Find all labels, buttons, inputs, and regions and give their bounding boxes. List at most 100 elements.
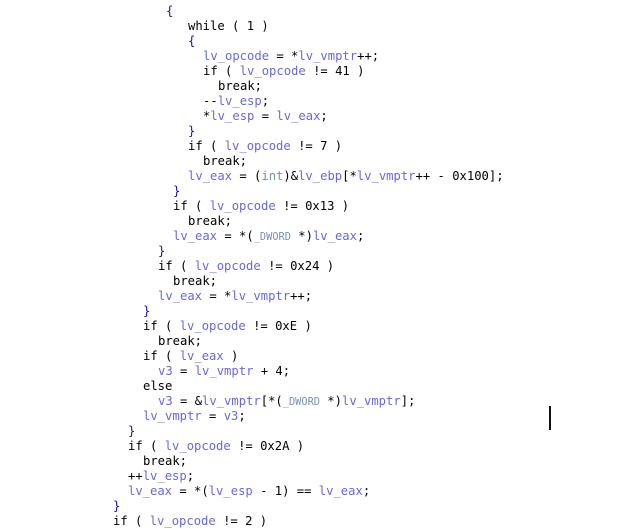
code-line[interactable]: if ( lv_opcode != 2 )	[0, 514, 626, 529]
code-token-punctuation: ];	[488, 169, 504, 183]
code-line[interactable]: break;	[0, 454, 626, 469]
code-token-punctuation: )&	[283, 169, 299, 183]
code-token-punctuation: )	[327, 139, 343, 153]
code-token-punctuation: ];	[400, 394, 416, 408]
code-token-punctuation: !=	[275, 199, 306, 213]
code-line[interactable]: if ( lv_opcode != 0x24 )	[0, 259, 626, 274]
pseudocode-view[interactable]: {while ( 1 ){lv_opcode = *lv_vmptr++; if …	[0, 0, 626, 528]
code-token-type-small: _DWORD	[282, 396, 320, 408]
code-line[interactable]: else	[0, 379, 626, 394]
code-line[interactable]: ++lv_esp;	[0, 469, 626, 484]
code-token-brace: }	[188, 124, 196, 138]
code-token-punctuation: !=	[245, 319, 276, 333]
code-token-punctuation: = *	[269, 49, 299, 63]
code-token-variable: lv_eax	[188, 169, 233, 183]
code-line[interactable]: break;	[0, 79, 626, 94]
code-token-punctuation: ++ -	[415, 169, 453, 183]
code-token-number: 0x100	[452, 169, 489, 183]
code-listing[interactable]: {while ( 1 ){lv_opcode = *lv_vmptr++; if …	[0, 0, 626, 529]
code-token-variable: v3	[158, 364, 173, 378]
code-token-variable: lv_opcode	[203, 49, 270, 63]
code-line[interactable]: if ( lv_opcode != 0x13 )	[0, 199, 626, 214]
code-token-punctuation: --	[203, 94, 218, 108]
code-token-variable: lv_opcode	[164, 439, 231, 453]
code-line[interactable]: lv_eax = *(lv_esp - 1) == lv_eax;	[0, 484, 626, 499]
code-token-punctuation: )	[223, 349, 239, 363]
code-line[interactable]: if ( lv_opcode != 0xE )	[0, 319, 626, 334]
code-token-keyword: while ( 1 )	[188, 19, 269, 33]
code-token-brace: }	[128, 424, 136, 438]
code-line[interactable]: if ( lv_eax )	[0, 349, 626, 364]
code-line[interactable]: }	[0, 499, 626, 514]
code-token-keyword: if (	[203, 64, 240, 78]
code-token-variable: lv_vmptr	[341, 394, 401, 408]
code-line[interactable]: }	[0, 124, 626, 139]
code-line[interactable]: --lv_esp;	[0, 94, 626, 109]
code-line[interactable]: }	[0, 304, 626, 319]
code-line[interactable]: {	[0, 34, 626, 49]
code-token-variable: lv_eax	[179, 349, 224, 363]
code-token-keyword: break;	[218, 79, 263, 93]
code-token-number: 0x13	[305, 199, 335, 213]
code-token-punctuation: ++;	[357, 49, 380, 63]
code-line[interactable]: lv_opcode = *lv_vmptr++;	[0, 49, 626, 64]
code-token-number: 0x24	[290, 259, 320, 273]
code-token-variable: lv_eax	[318, 484, 363, 498]
code-token-punctuation: *)	[319, 394, 342, 408]
code-token-punctuation: [*	[342, 169, 357, 183]
code-line[interactable]: lv_eax = (int)&lv_ebp[*lv_vmptr++ - 0x10…	[0, 169, 626, 184]
code-token-punctuation: )	[334, 199, 350, 213]
code-token-variable: lv_opcode	[209, 199, 276, 213]
code-token-keyword: break;	[158, 334, 203, 348]
code-token-variable: lv_esp	[208, 484, 253, 498]
code-token-variable: lv_vmptr	[194, 364, 254, 378]
code-line[interactable]: lv_eax = *lv_vmptr++;	[0, 289, 626, 304]
code-token-punctuation: !=	[305, 64, 336, 78]
code-line[interactable]: lv_eax = *(_DWORD *)lv_eax;	[0, 229, 626, 244]
code-line[interactable]: while ( 1 )	[0, 19, 626, 34]
code-line[interactable]: break;	[0, 154, 626, 169]
code-token-keyword: break;	[203, 154, 248, 168]
code-token-punctuation: = *(	[217, 229, 254, 243]
code-token-punctuation: = *(	[172, 484, 209, 498]
code-line[interactable]: *lv_esp = lv_eax;	[0, 109, 626, 124]
code-token-punctuation: !=	[215, 514, 246, 528]
text-caret	[549, 406, 551, 430]
code-token-variable: lv_opcode	[179, 319, 246, 333]
code-token-variable: lv_opcode	[194, 259, 261, 273]
code-token-variable: lv_ebp	[298, 169, 343, 183]
code-line[interactable]: }	[0, 424, 626, 439]
code-line[interactable]: if ( lv_opcode != 7 )	[0, 139, 626, 154]
code-line[interactable]: if ( lv_opcode != 41 )	[0, 64, 626, 79]
code-line[interactable]: break;	[0, 214, 626, 229]
code-line[interactable]: v3 = &lv_vmptr[*(_DWORD *)lv_vmptr];	[0, 394, 626, 409]
code-token-punctuation: = (	[232, 169, 262, 183]
code-token-keyword: if (	[173, 199, 210, 213]
code-line[interactable]: break;	[0, 334, 626, 349]
code-line[interactable]: break;	[0, 274, 626, 289]
code-token-punctuation: )	[297, 319, 312, 333]
code-line[interactable]: {	[0, 4, 626, 19]
code-token-punctuation: = *	[202, 289, 232, 303]
code-line[interactable]: lv_vmptr = v3;	[0, 409, 626, 424]
code-token-keyword: break;	[188, 214, 233, 228]
code-token-variable: lv_eax	[158, 289, 203, 303]
code-token-variable: lv_esp	[210, 109, 255, 123]
code-line[interactable]: }	[0, 244, 626, 259]
code-line[interactable]: v3 = lv_vmptr + 4;	[0, 364, 626, 379]
code-token-punctuation: !=	[230, 439, 261, 453]
code-token-punctuation: [*(	[260, 394, 283, 408]
code-token-number: 41	[335, 64, 350, 78]
code-token-variable: lv_opcode	[149, 514, 216, 528]
code-token-punctuation: ++	[128, 469, 143, 483]
code-token-brace: }	[173, 184, 181, 198]
code-line[interactable]: }	[0, 184, 626, 199]
code-token-punctuation: = &	[172, 394, 203, 408]
code-line[interactable]: if ( lv_opcode != 0x2A )	[0, 439, 626, 454]
code-token-punctuation: )	[252, 514, 268, 528]
code-token-variable: lv_vmptr	[356, 169, 416, 183]
code-token-punctuation: )	[349, 64, 365, 78]
code-token-brace: }	[158, 244, 166, 258]
code-token-punctuation: ;	[261, 94, 270, 108]
code-token-punctuation: !=	[260, 259, 291, 273]
